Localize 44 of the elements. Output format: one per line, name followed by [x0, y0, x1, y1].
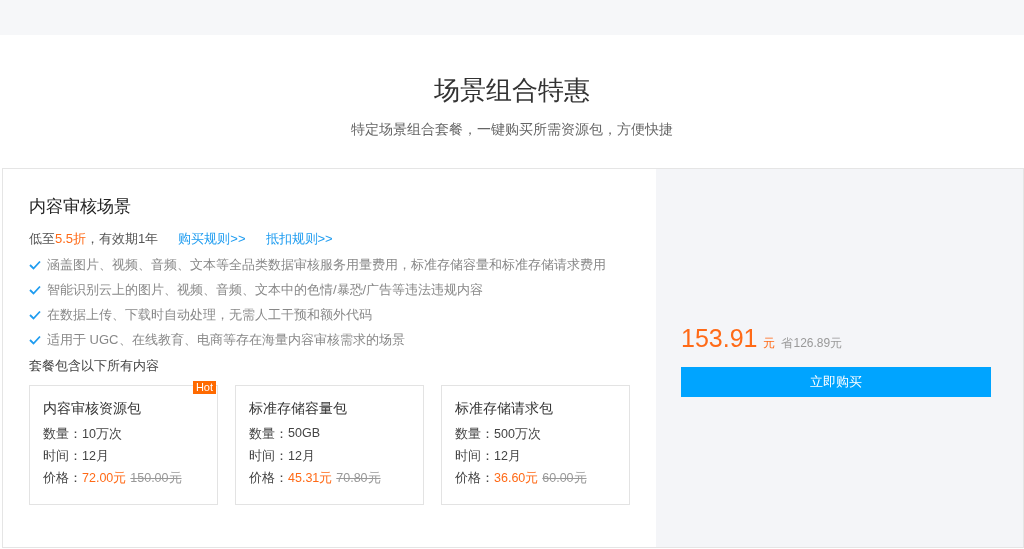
field-label: 时间： [455, 448, 494, 465]
field-value: 10万次 [82, 426, 122, 443]
field-value: 12月 [494, 448, 521, 465]
original-price: 70.80元 [336, 470, 381, 487]
discount-text: 低至5.5折，有效期1年 [29, 230, 159, 248]
original-price: 150.00元 [130, 470, 182, 487]
rules-link[interactable]: 抵扣规则>> [265, 230, 333, 248]
field-label: 数量： [249, 426, 288, 443]
buy-button[interactable]: 立即购买 [681, 367, 991, 397]
page-subtitle: 特定场景组合套餐，一键购买所需资源包，方便快捷 [351, 121, 673, 139]
field-label: 数量： [455, 426, 494, 443]
check-icon [29, 284, 41, 295]
field-label: 价格： [249, 470, 288, 487]
packages-label: 套餐包含以下所有内容 [29, 357, 160, 375]
feature-text: 智能识别云上的图片、视频、音频、文本中的色情/暴恐/广告等违法违规内容 [47, 280, 484, 299]
field-label: 价格： [455, 470, 494, 487]
sale-price: 45.31元 [288, 470, 333, 487]
price-unit: 元 [763, 335, 776, 352]
package-name: 标准存储容量包 [249, 400, 348, 418]
check-icon [29, 309, 41, 320]
original-price: 60.00元 [542, 470, 587, 487]
field-value: 500万次 [494, 426, 541, 443]
field-label: 价格： [43, 470, 82, 487]
sale-price: 36.60元 [494, 470, 539, 487]
package-name: 内容审核资源包 [43, 400, 142, 418]
field-value: 50GB [288, 426, 320, 442]
field-value: 12月 [82, 448, 109, 465]
feature-text: 涵盖图片、视频、音频、文本等全品类数据审核服务用量费用，标准存储容量和标准存储请求费用 [47, 255, 606, 274]
field-label: 数量： [43, 426, 82, 443]
feature-text: 适用于 UGC、在线教育、电商等存在海量内容审核需求的场景 [47, 330, 405, 349]
field-label: 时间： [43, 448, 82, 465]
sale-price: 72.00元 [82, 470, 127, 487]
package-name: 标准存储请求包 [455, 400, 554, 418]
check-icon [29, 259, 41, 270]
savings-text: 省126.89元 [781, 335, 843, 352]
field-label: 时间： [249, 448, 288, 465]
check-icon [29, 334, 41, 345]
total-price: 153.91 [681, 324, 758, 353]
hot-badge: Hot [192, 381, 216, 394]
page-title: 场景组合特惠 [434, 74, 590, 107]
feature-text: 在数据上传、下载时自动处理，无需人工干预和额外代码 [47, 305, 372, 324]
field-value: 12月 [288, 448, 315, 465]
scenario-title: 内容审核场景 [29, 196, 132, 218]
rules-link[interactable]: 购买规则>> [178, 230, 246, 248]
